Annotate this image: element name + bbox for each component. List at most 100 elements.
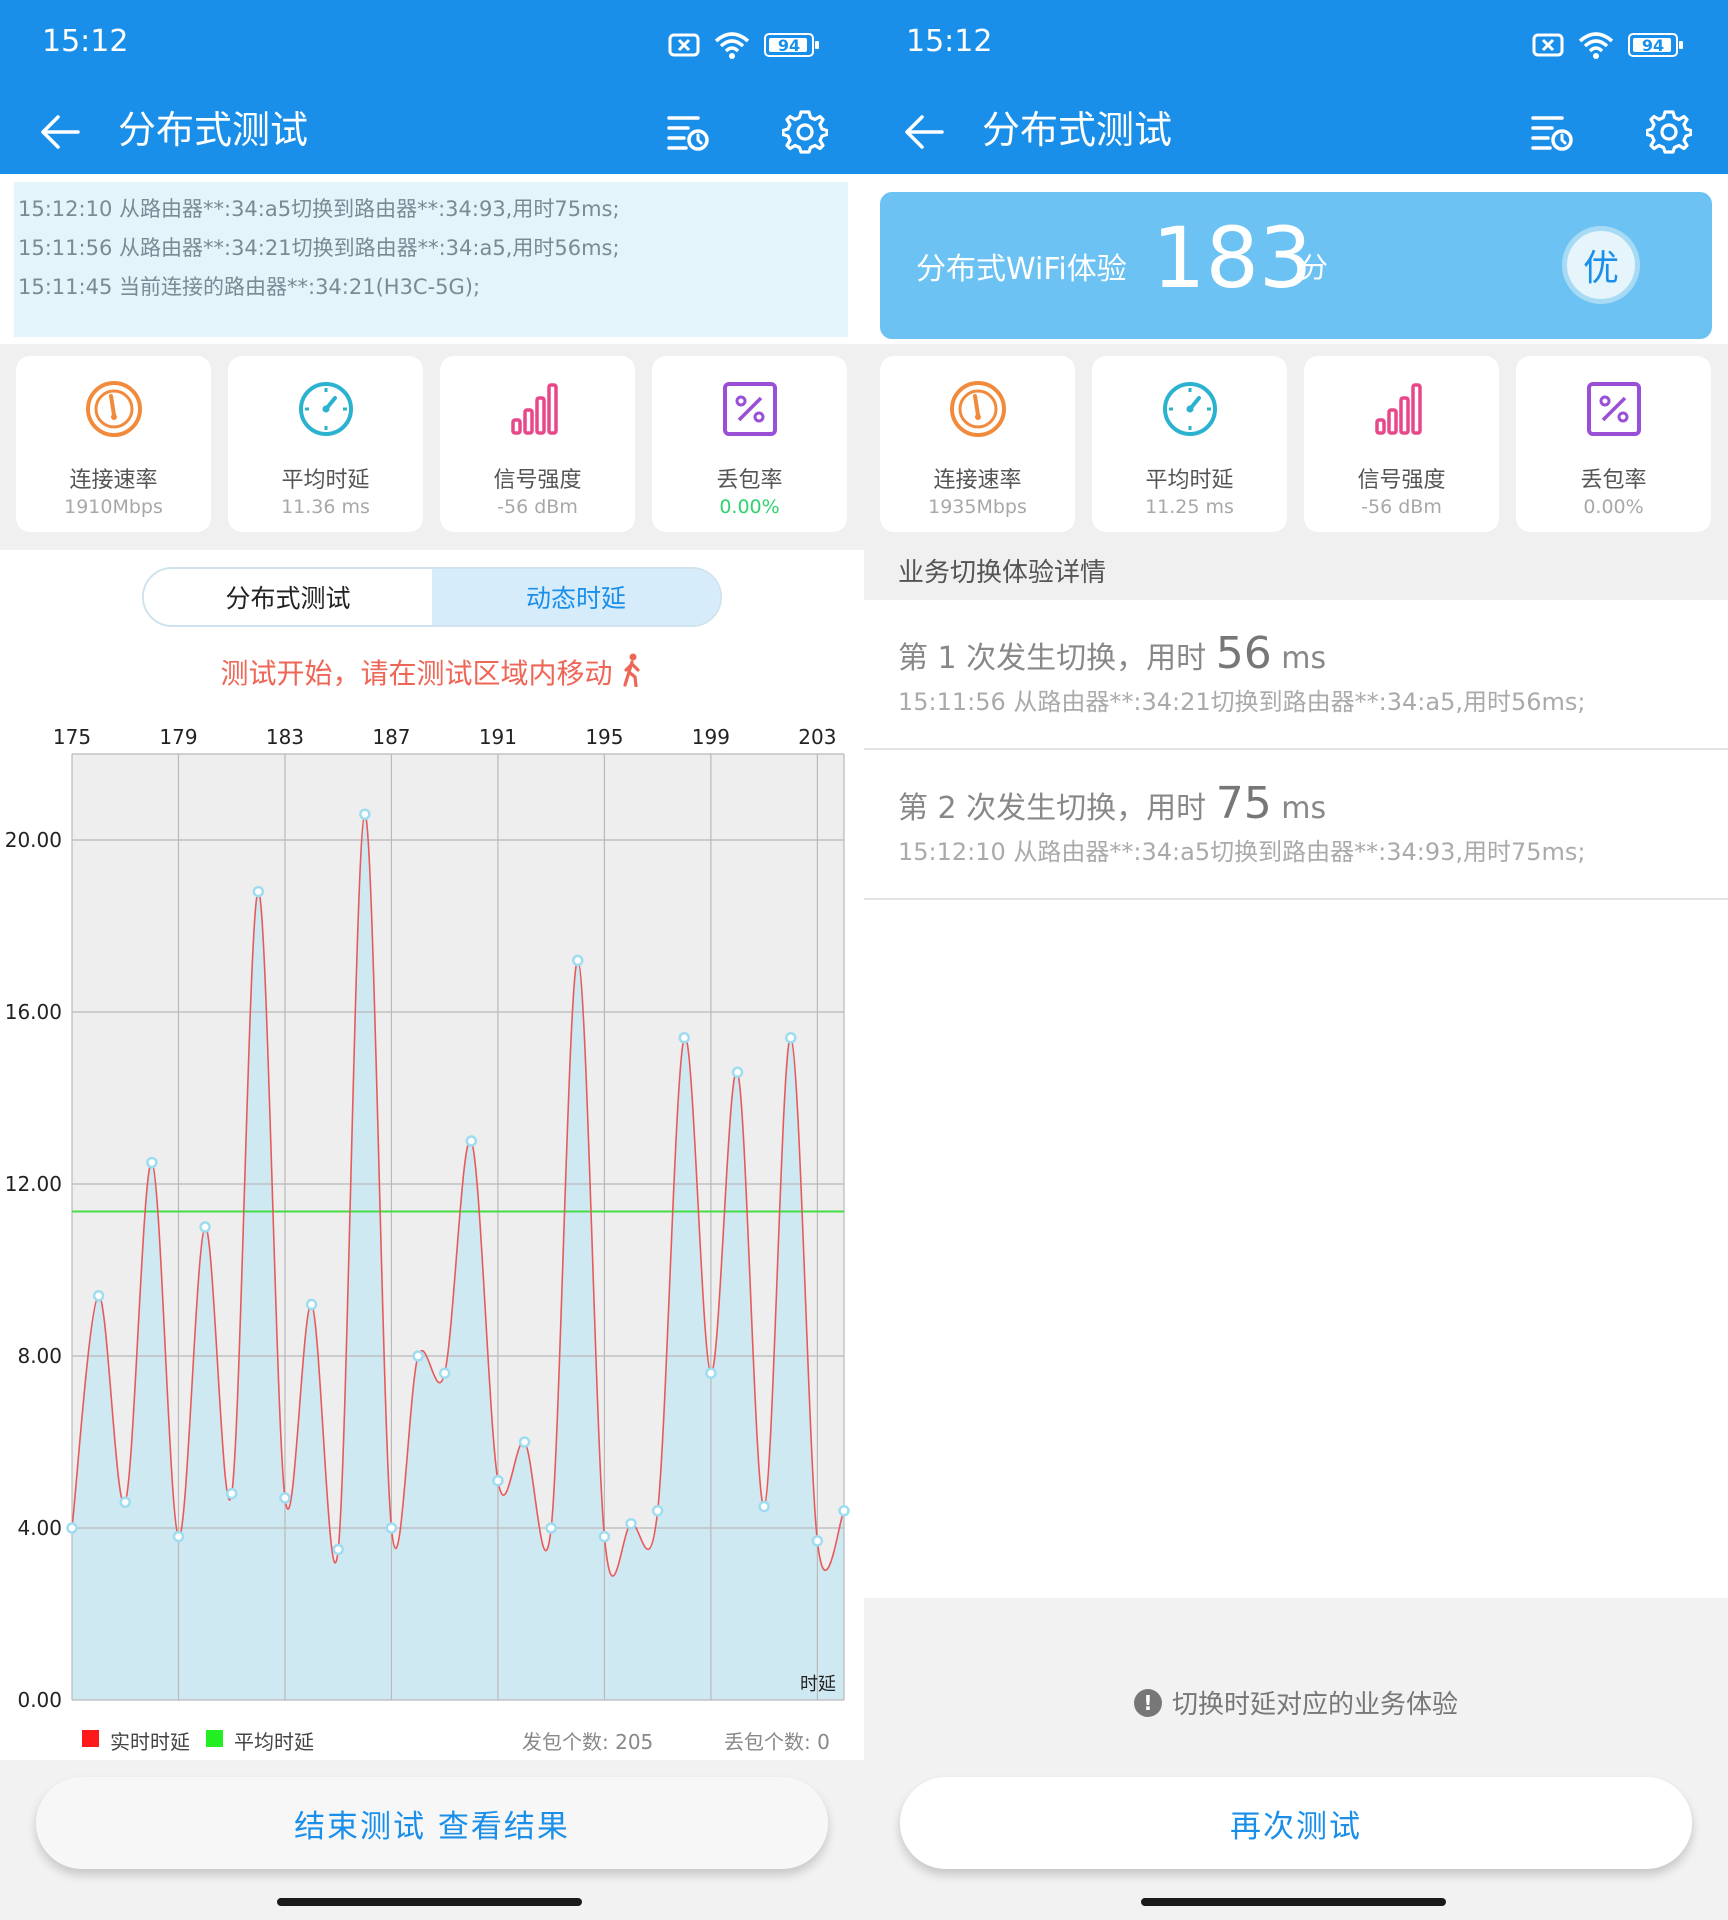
data-point [279,1492,291,1504]
legend-label-average: 平均时延 [234,1730,314,1754]
x-tick-label: 191 [479,725,517,749]
right-screen: 15:12 94 分布式测试 分布式WiFi体验 183 分 优 连接速率 19… [864,0,1728,1920]
home-indicator [1141,1898,1446,1906]
switch-detail-list: 第 1 次发生切换，用时 56 ms 15:11:56 从路由器**:34:21… [864,600,1728,1598]
stat-card-loss: 丢包率 0.00% [1516,356,1711,532]
settings-button[interactable] [1639,102,1699,162]
arrow-left-icon [905,115,944,149]
x-tick-label: 183 [266,725,304,749]
x-tick-label: 195 [585,725,623,749]
home-indicator [277,1898,582,1906]
data-point [92,1290,105,1302]
experience-note[interactable]: ! 切换时延对应的业务体验 [864,1684,1728,1721]
data-point [625,1517,637,1530]
stat-label: 信号强度 [1357,468,1446,493]
test-hint-text: 测试开始，请在测试区域内移动 [220,657,613,690]
stat-value: 11.36 ms [281,496,370,518]
data-point [518,1436,531,1448]
legend-swatch-average [206,1730,223,1747]
stat-value: 0.00% [1583,496,1644,518]
log-line: 15:12:10 从路由器**:34:a5切换到路由器**:34:93,用时75… [18,197,620,221]
data-point [66,1522,78,1534]
info-icon: ! [1133,1688,1162,1717]
mode-toggle: 分布式测试 动态时延 [142,567,722,627]
x-tick-label: 175 [53,725,91,749]
data-point [651,1505,664,1517]
stat-label: 丢包率 [716,468,783,493]
log-line: 15:11:56 从路由器**:34:21切换到路由器**:34:a5,用时56… [18,236,620,260]
stats-row: 连接速率 1910Mbps 平均时延 11.36 ms 信号强度 -56 dBm… [0,344,864,550]
history-button[interactable] [1522,102,1582,162]
timer-icon [1163,382,1217,436]
stat-value: 11.25 ms [1145,496,1234,518]
stat-card-signal: 信号强度 -56 dBm [440,356,635,532]
retest-button[interactable]: 再次测试 [900,1777,1692,1869]
data-point [811,1535,824,1547]
data-point [252,885,265,898]
wifi-icon [1578,32,1614,59]
y-tick-label: 8.00 [17,1344,62,1368]
tab-distributed-test[interactable]: 分布式测试 [144,569,432,625]
gear-icon [782,110,828,154]
switch-title-prefix: 第 1 次发生切换，用时 [898,641,1207,676]
stat-value: 1935Mbps [928,496,1027,518]
data-point [225,1487,238,1500]
app-bar: 分布式测试 [864,90,1728,174]
data-point [332,1543,344,1556]
stat-value: -56 dBm [497,496,578,518]
history-button[interactable] [658,102,718,162]
signal-bars-icon [1375,383,1422,435]
data-point [598,1530,611,1543]
stat-label: 连接速率 [69,468,158,493]
stat-card-latency: 平均时延 11.36 ms [228,356,423,532]
stat-value: -56 dBm [1361,496,1442,518]
battery-level: 94 [777,35,801,55]
score-label: 分布式WiFi体验 [916,252,1127,287]
switch-unit: ms [1281,791,1327,826]
status-bar: 15:12 94 [0,0,864,90]
stat-card-signal: 信号强度 -56 dBm [1304,356,1499,532]
arrow-left-icon [41,115,80,149]
wifi-icon [714,32,750,59]
back-button[interactable] [30,102,90,162]
gear-icon [1646,110,1692,154]
stat-label: 平均时延 [1145,468,1234,493]
end-test-button[interactable]: 结束测试 查看结果 [36,1777,828,1869]
battery-icon: 94 [1628,33,1683,57]
y-tick-label: 12.00 [5,1172,62,1196]
data-point [199,1221,211,1233]
stat-label: 连接速率 [933,468,1022,493]
data-point [705,1367,717,1379]
y-tick-label: 4.00 [17,1516,62,1540]
y-tick-label: 16.00 [5,1000,62,1024]
switch-ms: 56 [1215,628,1272,679]
x-tick-label: 179 [159,725,197,749]
data-point [172,1530,185,1543]
history-list-icon [667,116,709,151]
experience-note-text: 切换时延对应的业务体验 [1171,1690,1458,1720]
back-button[interactable] [894,102,954,162]
stat-label: 平均时延 [281,468,370,493]
percent-icon [723,382,777,436]
stat-label: 丢包率 [1580,468,1647,493]
sim-off-icon [1532,33,1564,57]
sim-off-icon [668,33,700,57]
page-title: 分布式测试 [982,108,1173,152]
x-axis-label: 时延 [800,1674,836,1695]
score-value: 183 [1152,209,1313,307]
app-bar: 分布式测试 [0,90,864,174]
switch-unit: ms [1281,641,1327,676]
stats-row: 连接速率 1935Mbps 平均时延 11.25 ms 信号强度 -56 dBm… [864,344,1728,538]
tab-dynamic-latency[interactable]: 动态时延 [432,569,720,625]
stat-value: 0.00% [719,496,780,518]
x-tick-label: 203 [798,725,836,749]
settings-button[interactable] [775,102,835,162]
data-point [438,1367,451,1379]
page-title: 分布式测试 [118,108,309,152]
data-point [545,1522,557,1534]
switch-detail: 15:11:56 从路由器**:34:21切换到路由器**:34:a5,用时56… [898,688,1586,716]
status-icons: 94 [668,28,819,62]
y-tick-label: 20.00 [5,828,62,852]
data-point [119,1496,131,1508]
switch-log: 15:12:10 从路由器**:34:a5切换到路由器**:34:93,用时75… [14,182,848,337]
